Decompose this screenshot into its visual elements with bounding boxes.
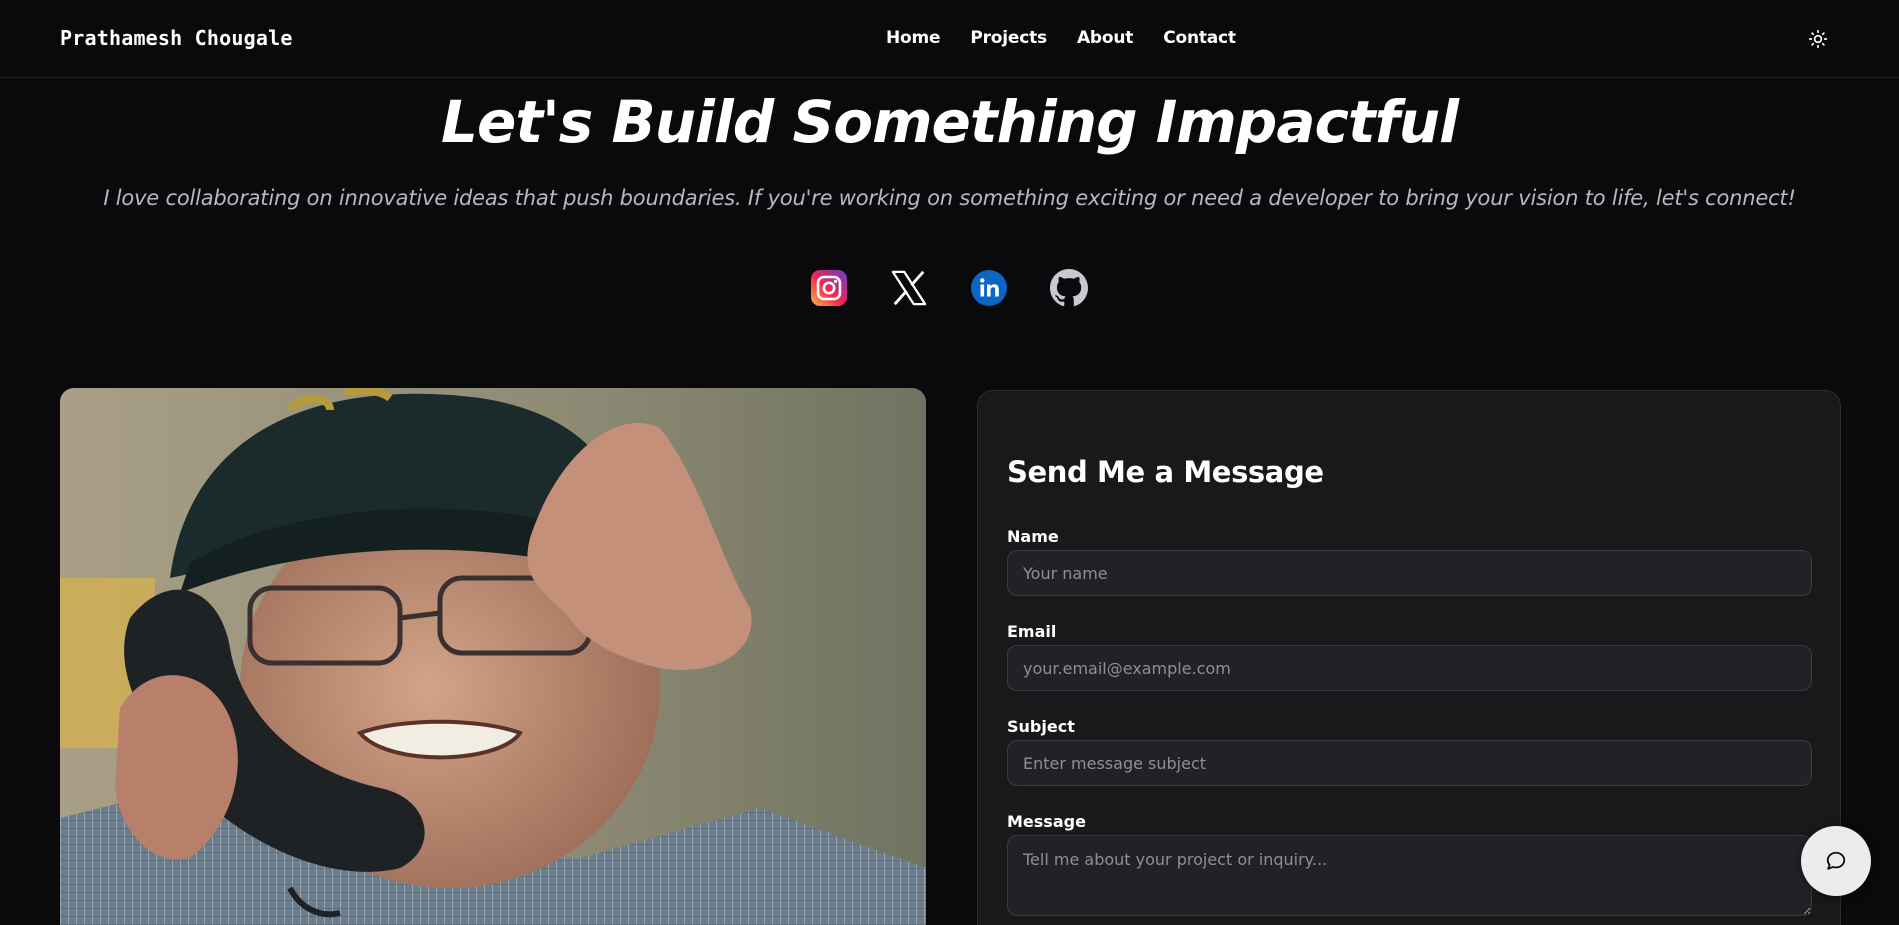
hero-title: Let's Build Something Impactful [441,88,1459,156]
form-title: Send Me a Message [1007,455,1324,489]
email-input[interactable] [1007,645,1812,691]
message-label: Message [1007,812,1086,831]
social-links [810,266,1088,310]
instagram-icon [811,270,847,306]
chat-button[interactable] [1801,826,1871,896]
message-textarea[interactable] [1007,835,1812,916]
subject-input[interactable] [1007,740,1812,786]
theme-toggle-button[interactable] [1806,27,1830,51]
brand-name[interactable]: Prathamesh Chougale [60,26,293,50]
photo-illustration [60,388,926,925]
nav-contact[interactable]: Contact [1163,28,1236,48]
nav-about[interactable]: About [1077,28,1133,48]
github-link[interactable] [1050,269,1088,307]
sun-icon [1808,29,1828,49]
github-icon [1050,269,1088,307]
nav-projects[interactable]: Projects [970,28,1047,48]
hero-subtitle: I love collaborating on innovative ideas… [103,186,1796,210]
main-nav: Home Projects About Contact [886,28,1236,48]
x-icon [891,270,927,306]
instagram-link[interactable] [810,269,848,307]
contact-gif-image [60,388,926,925]
nav-home[interactable]: Home [886,28,941,48]
page: Prathamesh Chougale Home Projects About … [0,0,1899,925]
linkedin-icon [971,270,1007,306]
x-link[interactable] [890,269,928,307]
top-navbar: Prathamesh Chougale Home Projects About … [0,0,1899,78]
name-input[interactable] [1007,550,1812,596]
name-label: Name [1007,527,1059,546]
subject-label: Subject [1007,717,1075,736]
chat-bubble-icon [1826,851,1846,870]
contact-form-card: Send Me a Message Name Email Subject Mes… [977,390,1841,925]
linkedin-link[interactable] [970,269,1008,307]
email-label: Email [1007,622,1057,641]
